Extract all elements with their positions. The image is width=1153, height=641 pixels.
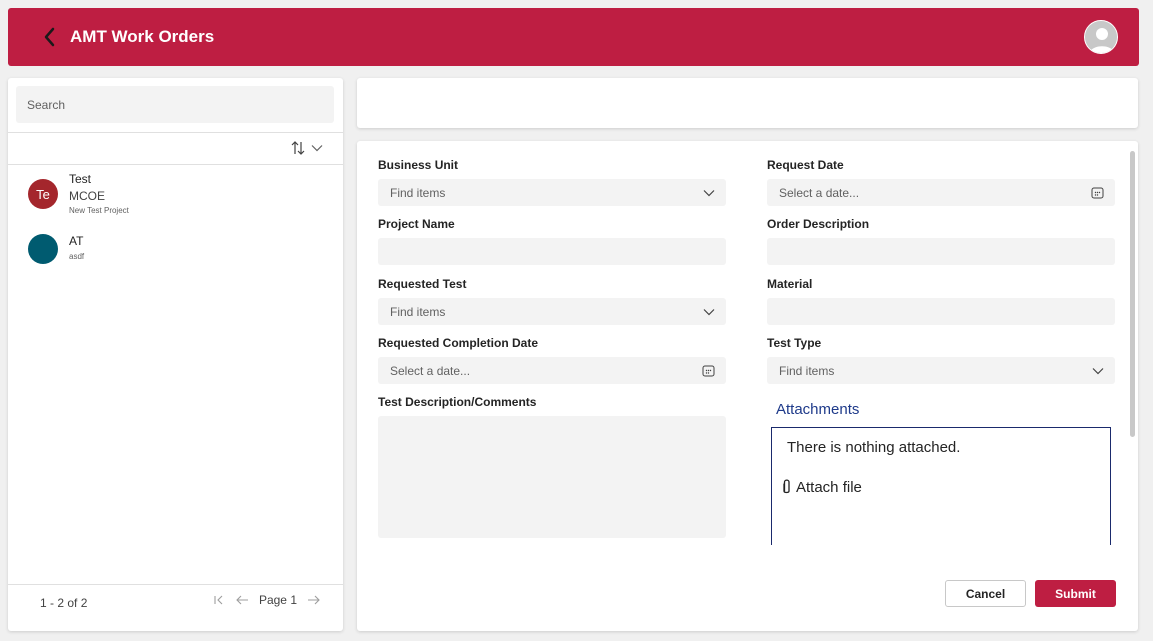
test-description-label: Test Description/Comments [378,395,537,409]
request-date-picker[interactable]: Select a date... [767,179,1115,206]
item-title: Test [69,172,92,186]
list-item[interactable]: Te Test MCOE New Test Project [8,172,343,229]
page-label: Page 1 [258,593,297,607]
test-type-label: Test Type [767,336,822,350]
submit-button[interactable]: Submit [1035,580,1116,607]
test-type-placeholder: Find items [779,363,835,378]
item-title: AT [69,234,84,248]
attachments-empty-text: There is nothing attached. [787,439,961,456]
avatar [28,234,58,264]
project-name-input[interactable] [378,238,726,265]
chevron-down-icon [1092,367,1104,375]
chevron-down-icon [703,308,715,316]
order-description-label: Order Description [767,217,870,231]
attachments-title: Attachments [776,401,860,418]
user-avatar-icon[interactable] [1084,20,1118,54]
request-date-placeholder: Select a date... [779,185,860,200]
attachments-box: There is nothing attached. Attach file [771,427,1111,545]
requested-test-dropdown[interactable]: Find items [378,298,726,325]
request-date-label: Request Date [767,158,844,172]
search-input[interactable]: Search [16,86,334,123]
chevron-down-icon [311,145,323,152]
calendar-icon [1091,186,1104,199]
calendar-icon [702,364,715,377]
attach-file-button[interactable]: Attach file [781,478,862,496]
divider [8,132,343,133]
completion-date-placeholder: Select a date... [390,363,471,378]
requested-completion-date-label: Requested Completion Date [378,336,539,350]
scrollbar[interactable] [1130,151,1135,437]
business-unit-label: Business Unit [378,158,459,172]
details-header-card [357,78,1138,128]
divider [8,164,343,165]
cancel-button[interactable]: Cancel [945,580,1026,607]
next-page-icon[interactable] [307,594,321,606]
order-description-input[interactable] [767,238,1115,265]
previous-page-icon[interactable] [235,594,249,606]
chevron-down-icon [703,189,715,197]
item-detail: asdf [69,252,85,261]
work-order-list-panel: Search Te Test MCOE New Test Project AT … [8,78,343,631]
test-type-dropdown[interactable]: Find items [767,357,1115,384]
pager-count: 1 - 2 of 2 [40,596,88,610]
app-header: AMT Work Orders [8,8,1139,66]
business-unit-dropdown[interactable]: Find items [378,179,726,206]
requested-completion-date-picker[interactable]: Select a date... [378,357,726,384]
sort-icon [291,141,305,155]
requested-test-placeholder: Find items [390,304,446,319]
business-unit-placeholder: Find items [390,185,446,200]
item-subtitle: MCOE [69,189,105,203]
material-input[interactable] [767,298,1115,325]
project-name-label: Project Name [378,217,455,231]
sort-button[interactable] [291,140,323,156]
material-label: Material [767,277,813,291]
list-item[interactable]: AT asdf [8,228,343,284]
item-detail: New Test Project [69,206,129,215]
work-order-form: Business Unit Find items Request Date Se… [357,141,1138,631]
divider [8,584,343,585]
search-placeholder: Search [27,97,66,112]
first-page-icon[interactable] [213,594,225,606]
test-description-textarea[interactable] [378,416,726,538]
attach-file-label: Attach file [796,478,862,496]
app-title: AMT Work Orders [70,27,215,46]
requested-test-label: Requested Test [378,277,467,291]
avatar: Te [28,179,58,209]
back-button[interactable] [30,17,70,57]
pager: 1 - 2 of 2 Page 1 [8,593,343,615]
paperclip-icon [783,479,790,494]
chevron-left-icon [44,27,55,47]
